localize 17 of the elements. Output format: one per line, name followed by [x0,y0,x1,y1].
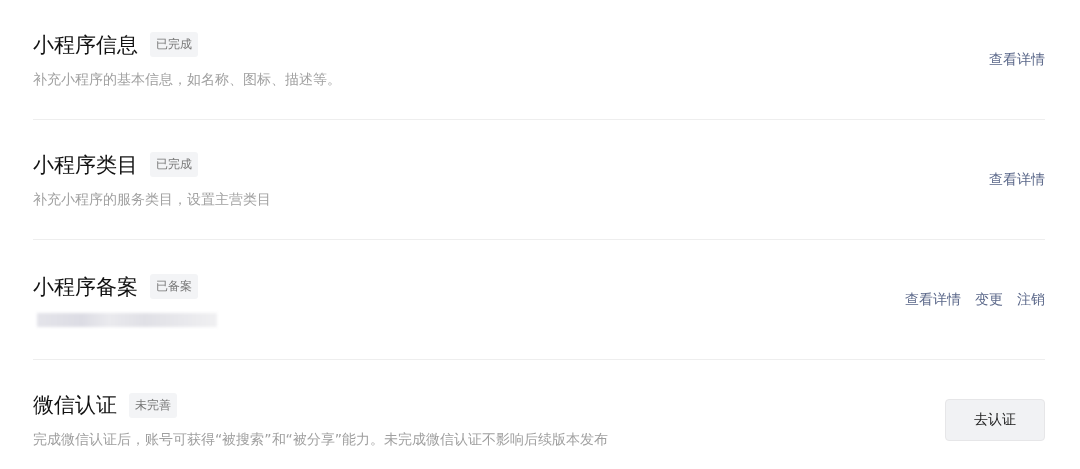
status-tag: 已完成 [150,152,198,177]
section-description: 完成微信认证后，账号可获得“被搜索”和“被分享”能力。未完成微信认证不影响后续版本发布 [33,431,608,449]
section-title: 小程序信息 [33,31,138,59]
action-link[interactable]: 查看详情 [989,50,1045,69]
action-link[interactable]: 变更 [975,290,1003,309]
action-link[interactable]: 查看详情 [905,290,961,309]
section-description: 补充小程序的基本信息，如名称、图标、描述等。 [33,70,341,89]
action-link[interactable]: 查看详情 [989,170,1045,189]
status-tag: 未完善 [129,392,177,418]
status-tag: 已备案 [150,274,198,299]
section-title: 微信认证 [33,392,117,419]
verify-button[interactable]: 去认证 [945,399,1045,441]
section-title: 小程序备案 [33,273,138,301]
status-tag: 已完成 [150,32,198,57]
action-link[interactable]: 注销 [1017,290,1045,309]
section-title: 小程序类目 [33,151,138,179]
section-description: 补充小程序的服务类目，设置主营类目 [33,190,271,209]
